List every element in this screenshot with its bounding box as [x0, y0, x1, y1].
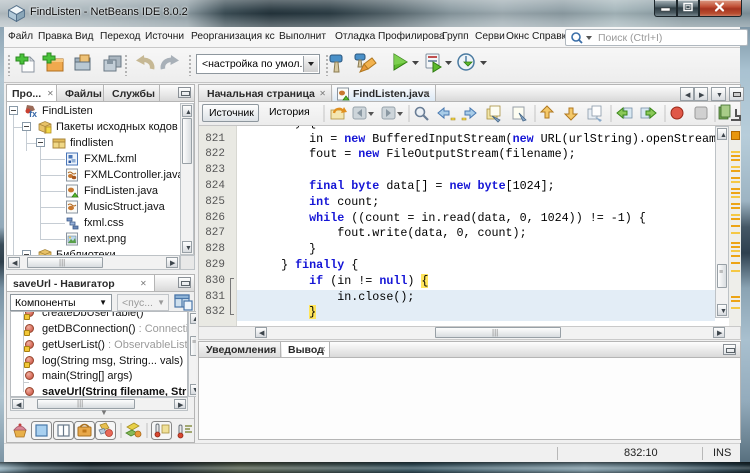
svg-text:fx: fx: [29, 109, 37, 118]
